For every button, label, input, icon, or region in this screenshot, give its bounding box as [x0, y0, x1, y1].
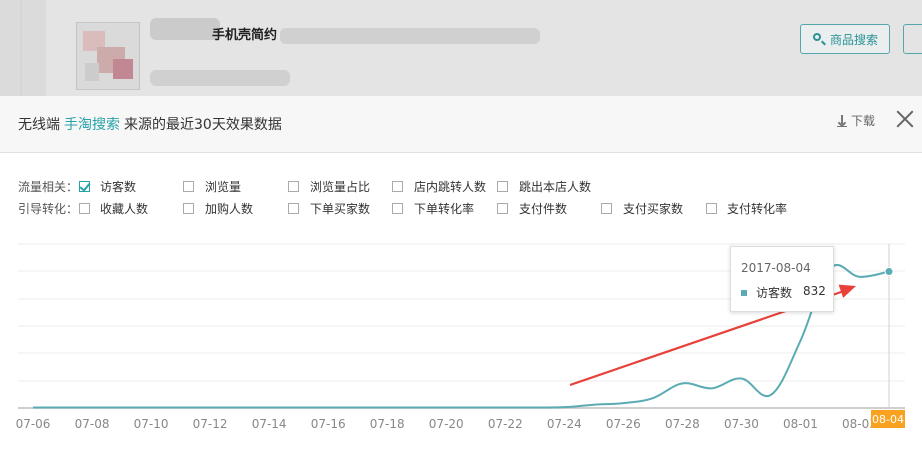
filter-label[interactable]: 收藏人数: [100, 200, 148, 217]
checkbox-visitors[interactable]: [79, 181, 90, 192]
modal-title: 无线端 手淘搜索 来源的最近30天效果数据: [18, 114, 282, 134]
filter-label[interactable]: 浏览量: [205, 178, 241, 195]
chart-tooltip: 2017-08-04 访客数 832: [730, 246, 834, 312]
x-axis-highlight-label: 08-04: [871, 410, 905, 428]
filter-label[interactable]: 跳出本店人数: [519, 178, 591, 195]
filter-label[interactable]: 支付买家数: [623, 200, 683, 217]
checkbox-order-buyers[interactable]: [288, 203, 299, 214]
x-tick-label: 08-01: [783, 417, 818, 431]
tooltip-value: 832: [803, 284, 826, 298]
checkbox-pageviews[interactable]: [183, 181, 194, 192]
checkbox-in-store-jumps[interactable]: [392, 181, 403, 192]
download-icon: [837, 114, 847, 127]
filter-label[interactable]: 访客数: [100, 178, 136, 195]
checkbox-bounce[interactable]: [497, 181, 508, 192]
series-color-marker: [741, 290, 747, 296]
annotation-arrow-head: [838, 284, 856, 298]
x-tick-label: 07-06: [16, 417, 51, 431]
checkbox-add-to-cart[interactable]: [183, 203, 194, 214]
traffic-group-label: 流量相关：: [18, 180, 79, 194]
x-tick-label: 07-26: [606, 417, 641, 431]
download-button[interactable]: 下载: [837, 112, 875, 129]
x-tick-label: 07-08: [75, 417, 110, 431]
x-tick-label: 07-28: [665, 417, 700, 431]
filter-label[interactable]: 店内跳转人数: [414, 178, 486, 195]
tooltip-date: 2017-08-04: [741, 261, 811, 275]
close-icon[interactable]: [896, 110, 914, 128]
filter-label[interactable]: 加购人数: [205, 200, 253, 217]
tooltip-series-name: 访客数: [756, 286, 793, 300]
x-tick-label: 07-20: [429, 417, 464, 431]
checkbox-pageview-share[interactable]: [288, 181, 299, 192]
filter-label[interactable]: 浏览量占比: [310, 178, 370, 195]
x-tick-label: 07-10: [134, 417, 169, 431]
modal-header: 无线端 手淘搜索 来源的最近30天效果数据 下载: [0, 96, 922, 153]
title-suffix: 来源的最近30天效果数据: [124, 117, 282, 133]
download-label: 下载: [851, 114, 876, 128]
x-tick-label: 07-18: [370, 417, 405, 431]
checkbox-favorites[interactable]: [79, 203, 90, 214]
filter-label[interactable]: 支付件数: [519, 200, 567, 217]
modal-backdrop: [0, 0, 922, 96]
filter-label[interactable]: 下单买家数: [310, 200, 370, 217]
x-tick-label: 07-14: [252, 417, 287, 431]
title-prefix: 无线端: [18, 117, 60, 133]
x-tick-label: 07-30: [724, 417, 759, 431]
filter-label[interactable]: 下单转化率: [414, 200, 474, 217]
x-tick-label: 07-22: [488, 417, 523, 431]
data-point-marker: [884, 267, 894, 277]
x-tick-label: 07-12: [193, 417, 228, 431]
conversion-group-label: 引导转化：: [18, 202, 79, 216]
checkbox-order-rate[interactable]: [392, 203, 403, 214]
checkbox-paid-buyers[interactable]: [601, 203, 612, 214]
filter-label[interactable]: 支付转化率: [727, 200, 787, 217]
checkbox-paid-items[interactable]: [497, 203, 508, 214]
title-source[interactable]: 手淘搜索: [64, 117, 120, 133]
checkbox-pay-rate[interactable]: [706, 203, 717, 214]
x-tick-label: 07-16: [311, 417, 346, 431]
x-tick-label: 07-24: [547, 417, 582, 431]
